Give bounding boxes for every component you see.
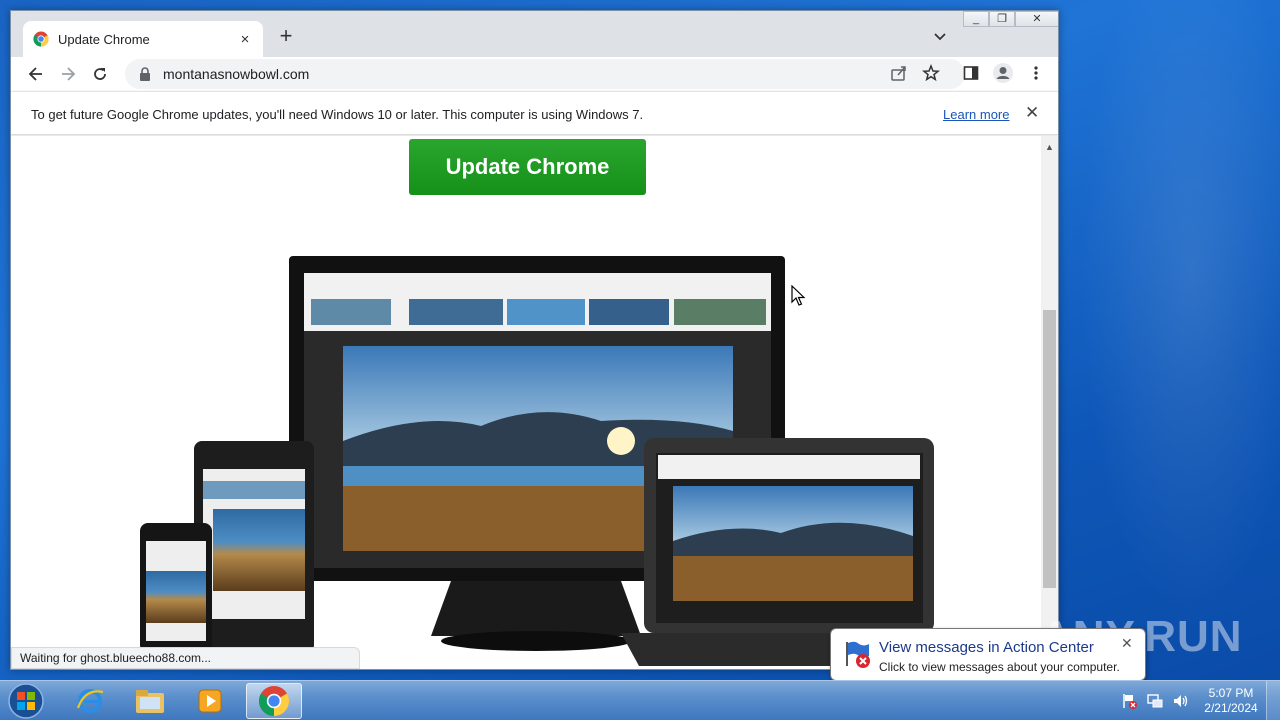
infobar-close-button[interactable]: ✕ bbox=[1025, 103, 1039, 123]
taskbar: 5:07 PM 2/21/2024 bbox=[0, 680, 1280, 720]
share-icon[interactable] bbox=[890, 64, 908, 82]
system-tray bbox=[1120, 685, 1190, 717]
scroll-up-arrow-icon[interactable]: ▲ bbox=[1045, 142, 1054, 152]
network-icon[interactable] bbox=[1146, 692, 1164, 710]
status-bubble: Waiting for ghost.blueecho88.com... bbox=[11, 647, 360, 669]
url-text[interactable]: montanasnowbowl.com bbox=[163, 66, 309, 82]
scrollbar-thumb[interactable] bbox=[1043, 310, 1056, 588]
profile-avatar-icon[interactable] bbox=[992, 62, 1014, 84]
reload-button[interactable] bbox=[89, 63, 111, 85]
chrome-favicon-icon bbox=[33, 31, 49, 47]
desktop-background bbox=[1060, 0, 1280, 680]
reload-icon bbox=[94, 68, 106, 80]
chrome-window: Update Chrome × + _ ❐ ✕ montanasnowbowl.… bbox=[10, 10, 1059, 670]
update-infobar: To get future Google Chrome updates, you… bbox=[11, 91, 1058, 135]
volume-icon[interactable] bbox=[1172, 692, 1190, 710]
back-button[interactable] bbox=[25, 63, 47, 85]
clock-date: 2/21/2024 bbox=[1204, 701, 1258, 715]
taskbar-file-explorer[interactable] bbox=[122, 683, 178, 719]
new-tab-button[interactable]: + bbox=[275, 25, 297, 47]
taskbar-internet-explorer[interactable] bbox=[62, 683, 118, 719]
forward-button[interactable] bbox=[57, 63, 79, 85]
page-content: Update Chrome bbox=[11, 136, 1041, 669]
clock-time: 5:07 PM bbox=[1208, 686, 1254, 700]
action-center-tray-icon[interactable] bbox=[1120, 692, 1138, 710]
learn-more-link[interactable]: Learn more bbox=[943, 107, 1009, 122]
mouse-cursor-icon bbox=[791, 285, 806, 306]
update-chrome-button[interactable]: Update Chrome bbox=[409, 139, 646, 195]
start-button-icon[interactable] bbox=[6, 682, 46, 720]
taskbar-google-chrome[interactable] bbox=[246, 683, 302, 719]
vertical-scrollbar[interactable]: ▲ bbox=[1041, 136, 1058, 669]
menu-kebab-icon[interactable] bbox=[1027, 64, 1045, 82]
media-player-icon bbox=[198, 689, 222, 713]
tab-title: Update Chrome bbox=[58, 31, 150, 47]
notification-close-button[interactable]: ✕ bbox=[1121, 635, 1133, 652]
bookmark-star-icon[interactable] bbox=[922, 64, 940, 82]
folder-icon bbox=[136, 690, 164, 713]
devices-illustration bbox=[140, 256, 941, 666]
lock-icon[interactable] bbox=[139, 67, 151, 81]
side-panel-icon[interactable] bbox=[962, 64, 980, 82]
minimize-button[interactable]: _ bbox=[963, 11, 989, 27]
action-center-notification[interactable]: View messages in Action Center Click to … bbox=[830, 628, 1146, 693]
show-desktop-button[interactable] bbox=[1266, 681, 1280, 720]
notification-text: Click to view messages about your comput… bbox=[879, 660, 1120, 674]
taskbar-media-player[interactable] bbox=[182, 683, 238, 719]
arrow-right-icon bbox=[62, 67, 76, 81]
taskbar-clock[interactable]: 5:07 PM 2/21/2024 bbox=[1196, 686, 1266, 716]
infobar-message: To get future Google Chrome updates, you… bbox=[31, 107, 644, 122]
tab-close-button[interactable]: × bbox=[237, 31, 253, 48]
close-window-button[interactable]: ✕ bbox=[1015, 11, 1058, 27]
chrome-icon bbox=[258, 686, 290, 716]
phone-device bbox=[140, 523, 212, 653]
tab-update-chrome[interactable]: Update Chrome × bbox=[23, 21, 263, 57]
restore-button[interactable]: ❐ bbox=[989, 11, 1015, 27]
window-controls: _ ❐ ✕ bbox=[963, 11, 1058, 29]
action-center-flag-icon bbox=[846, 641, 870, 668]
tab-strip: Update Chrome × + _ ❐ ✕ bbox=[11, 11, 1058, 57]
arrow-left-icon bbox=[28, 67, 42, 81]
internet-explorer-icon bbox=[76, 689, 104, 713]
address-bar[interactable]: montanasnowbowl.com bbox=[125, 59, 965, 89]
browser-toolbar: montanasnowbowl.com bbox=[11, 57, 1058, 91]
tab-search-icon[interactable] bbox=[931, 27, 949, 45]
notification-title[interactable]: View messages in Action Center bbox=[879, 639, 1094, 656]
